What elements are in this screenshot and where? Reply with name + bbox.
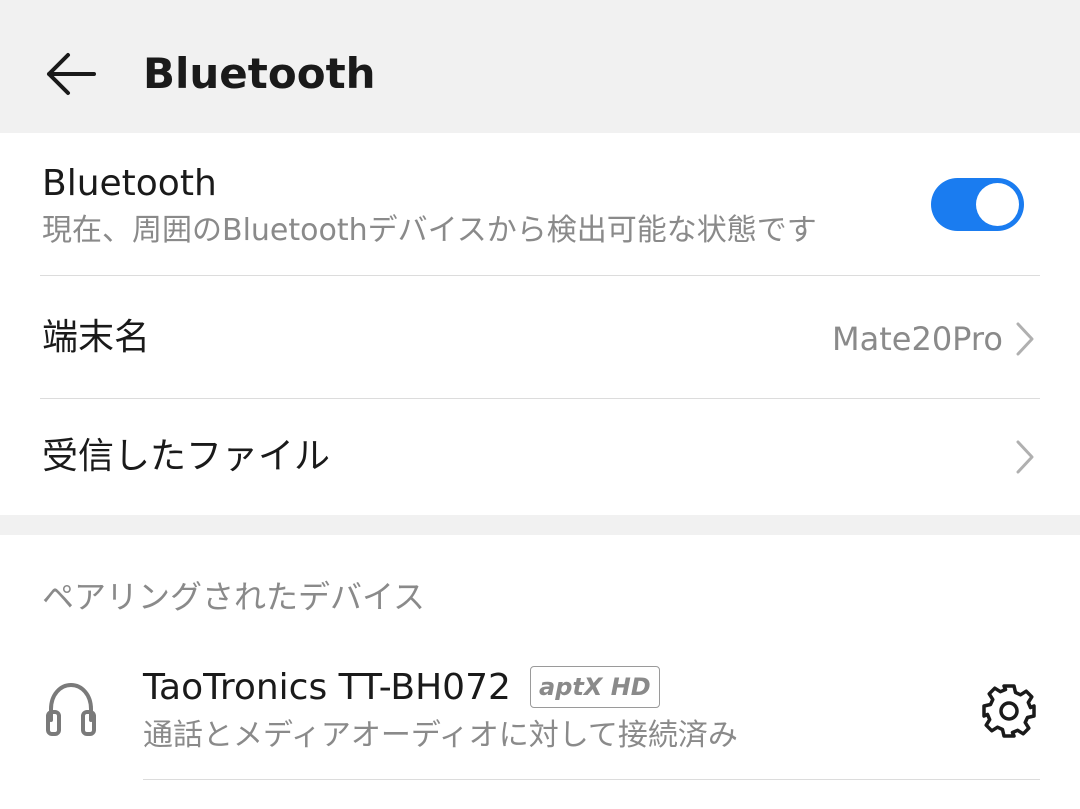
- arrow-left-icon: [47, 53, 96, 95]
- codec-badge: aptX HD: [530, 666, 660, 708]
- chevron-right-icon: [1016, 322, 1034, 356]
- bluetooth-switch[interactable]: [931, 178, 1024, 231]
- device-name-value: Mate20Pro: [832, 320, 1003, 358]
- back-button[interactable]: [38, 42, 102, 106]
- bluetooth-visibility-status: 現在、周囲のBluetoothデバイスから検出可能な状態です: [42, 213, 817, 248]
- app-bar: Bluetooth: [0, 0, 1080, 133]
- paired-device-status: 通話とメディアオーディオに対して接続済み: [143, 718, 738, 753]
- divider: [143, 779, 1040, 780]
- gear-icon: [982, 684, 1036, 738]
- switch-knob: [976, 183, 1019, 226]
- paired-devices-header: ペアリングされたデバイス: [42, 578, 426, 616]
- bluetooth-toggle-row[interactable]: Bluetooth 現在、周囲のBluetoothデバイスから検出可能な状態です: [0, 133, 1080, 275]
- received-files-label: 受信したファイル: [42, 436, 331, 477]
- received-files-row[interactable]: 受信したファイル: [0, 399, 1080, 515]
- bluetooth-settings-screen: Bluetooth Bluetooth 現在、周囲のBluetoothデバイスか…: [0, 0, 1080, 809]
- device-settings-button[interactable]: [980, 682, 1038, 740]
- page-title: Bluetooth: [143, 49, 376, 98]
- bluetooth-toggle-title: Bluetooth: [42, 163, 217, 204]
- paired-device-name: TaoTronics TT-BH072: [143, 667, 511, 708]
- section-separator: [0, 515, 1080, 535]
- chevron-right-icon: [1016, 440, 1034, 474]
- device-name-label: 端末名: [42, 317, 151, 358]
- headphones-icon: [46, 682, 96, 736]
